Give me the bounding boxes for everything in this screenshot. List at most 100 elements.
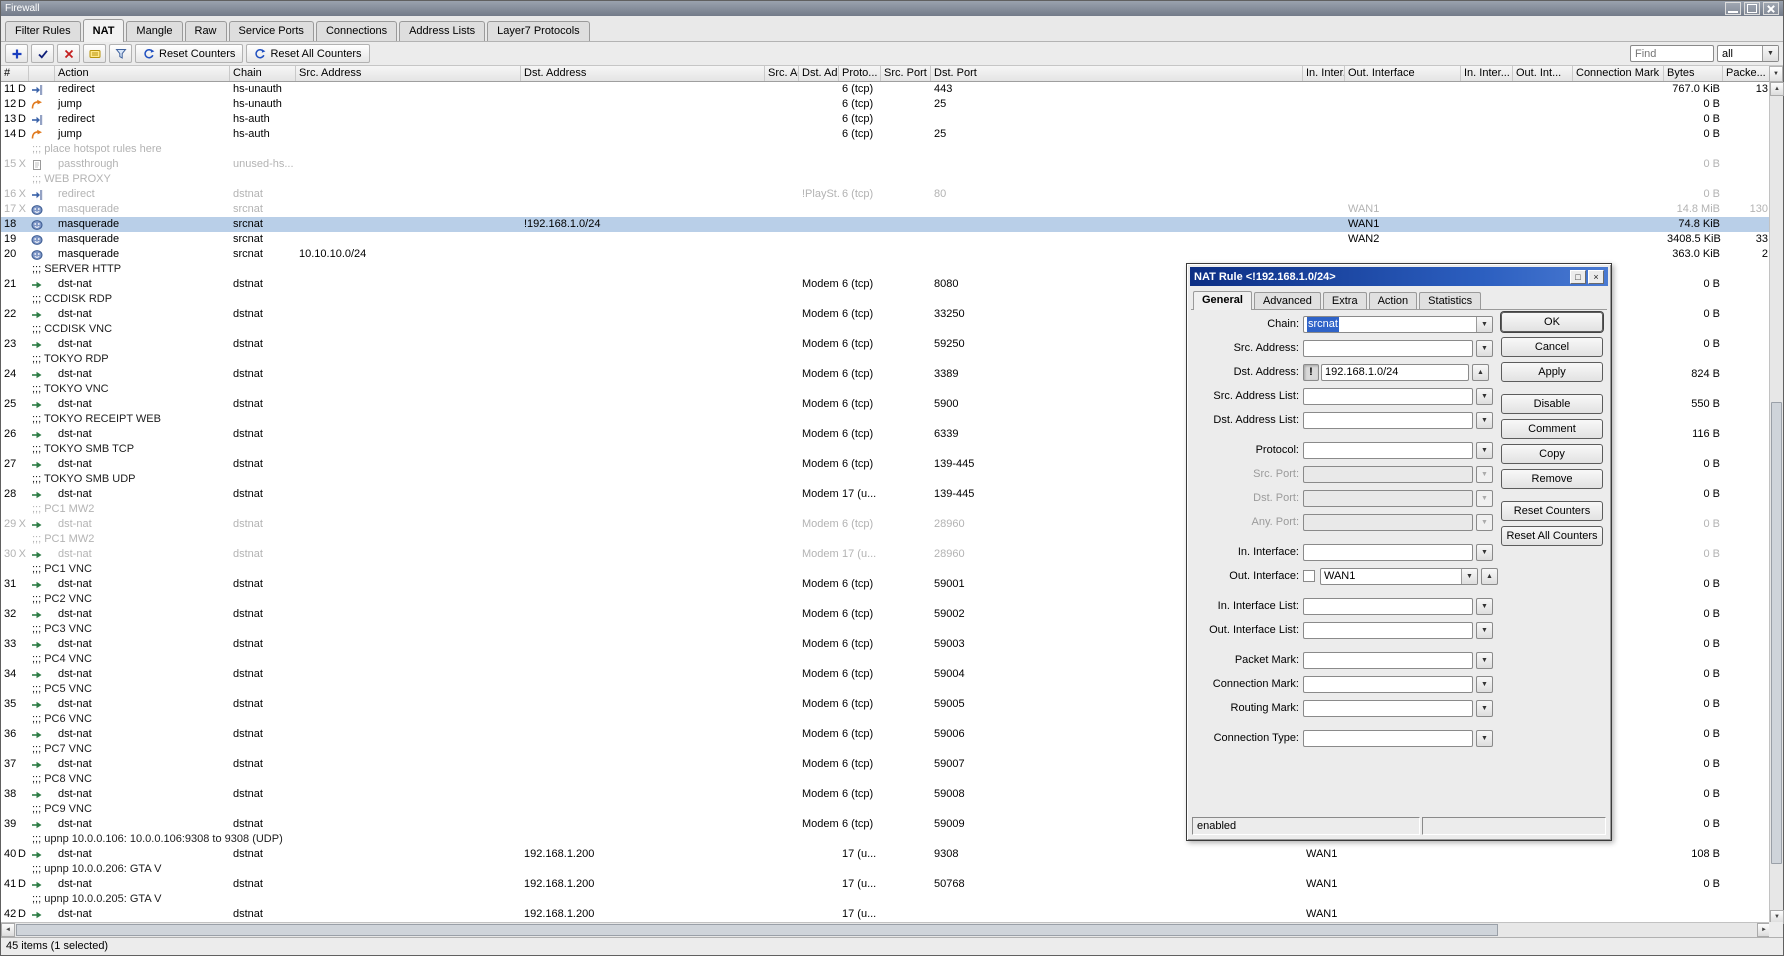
dialog-tab-extra[interactable]: Extra xyxy=(1322,292,1367,309)
ok-button[interactable]: OK xyxy=(1501,312,1603,332)
collapse-arrow-button[interactable]: ▲ xyxy=(1481,567,1498,585)
rule-row-15[interactable]: 15 X passthrough unused-hs... 0 B xyxy=(1,157,1771,172)
combo-down-icon[interactable]: ▼ xyxy=(1476,316,1492,332)
close-icon[interactable] xyxy=(1763,2,1779,15)
rule-row-41[interactable]: 41 D dst-nat dstnat 192.168.1.200 17 (u... 507… xyxy=(1,877,1771,892)
collapse-arrow-button[interactable]: ▲ xyxy=(1472,363,1489,381)
out-interface-list-input[interactable] xyxy=(1303,621,1473,639)
expand-arrow-button[interactable]: ▼ xyxy=(1476,465,1493,483)
comment-row[interactable]: ;;; upnp 10.0.0.205: GTA V xyxy=(1,892,1771,907)
dialog-close-icon[interactable]: × xyxy=(1588,269,1604,284)
rule-row-19[interactable]: 19 masquerade srcnat WAN2 3408.5 KiB 33 xyxy=(1,232,1771,247)
reset-all-counters-button[interactable]: Reset All Counters xyxy=(246,44,370,63)
routing-mark-input[interactable] xyxy=(1303,699,1473,717)
tab-address-lists[interactable]: Address Lists xyxy=(399,21,486,41)
dst-address-input[interactable]: 192.168.1.0/24 xyxy=(1321,363,1469,381)
dst-address-list-input[interactable] xyxy=(1303,411,1473,429)
column-header-srcList[interactable]: Src. Ad... xyxy=(765,66,799,81)
column-header-dstList[interactable]: Dst. Ad... xyxy=(799,66,839,81)
dialog-tab-general[interactable]: General xyxy=(1193,291,1252,310)
horizontal-scrollbar[interactable]: ◄ ► xyxy=(1,922,1771,937)
expand-arrow-button[interactable]: ▼ xyxy=(1476,411,1493,429)
copy-button[interactable]: Copy xyxy=(1501,444,1603,464)
expand-arrow-button[interactable]: ▼ xyxy=(1476,543,1493,561)
expand-arrow-button[interactable]: ▼ xyxy=(1476,675,1493,693)
out-interface-input[interactable]: WAN1 ▼ xyxy=(1320,567,1478,585)
reset-all-counters-button[interactable]: Reset All Counters xyxy=(1501,526,1603,546)
column-header-protocol[interactable]: Proto... xyxy=(839,66,881,81)
tab-layer7-protocols[interactable]: Layer7 Protocols xyxy=(487,21,590,41)
comment-button[interactable]: Comment xyxy=(1501,419,1603,439)
column-header-packets[interactable]: Packe... xyxy=(1723,66,1771,81)
column-header-chain[interactable]: Chain xyxy=(230,66,296,81)
column-header-dstAddress[interactable]: Dst. Address xyxy=(521,66,765,81)
filter-scope-dropdown[interactable]: all ▼ xyxy=(1717,45,1779,62)
expand-arrow-button[interactable]: ▼ xyxy=(1476,699,1493,717)
vertical-scrollbar[interactable]: ▲ ▼ xyxy=(1769,82,1784,924)
in-interface-list-input[interactable] xyxy=(1303,597,1473,615)
expand-arrow-button[interactable]: ▼ xyxy=(1476,729,1493,747)
tab-connections[interactable]: Connections xyxy=(315,21,398,41)
dst-port-input[interactable] xyxy=(1303,489,1473,507)
rule-row-16[interactable]: 16X redirect dstnat !PlaySt...6 (tcp) 80 0 B xyxy=(1,187,1771,202)
apply-button[interactable]: Apply xyxy=(1501,362,1603,382)
dialog-maximize-icon[interactable]: □ xyxy=(1570,269,1586,284)
expand-arrow-button[interactable]: ▼ xyxy=(1476,621,1493,639)
comment-row[interactable]: ;;; upnp 10.0.0.206: GTA V xyxy=(1,862,1771,877)
rule-row-12[interactable]: 12 D jump hs-unauth 6 (tcp) 25 0 B xyxy=(1,97,1771,112)
remove-button[interactable]: Remove xyxy=(1501,469,1603,489)
add-button[interactable] xyxy=(5,44,28,63)
src-address-list-input[interactable] xyxy=(1303,387,1473,405)
scroll-up-button[interactable]: ▲ xyxy=(1770,82,1784,96)
tab-nat[interactable]: NAT xyxy=(82,19,125,42)
rule-row-18[interactable]: 18 masquerade srcnat !192.168.1.0/24 WAN1 74.… xyxy=(1,217,1771,232)
comment-row[interactable]: ;;; WEB PROXY xyxy=(1,172,1771,187)
disable-button[interactable]: Disable xyxy=(1501,394,1603,414)
column-header-action[interactable]: Action xyxy=(55,66,230,81)
column-header-srcAddress[interactable]: Src. Address xyxy=(296,66,521,81)
connection-mark-input[interactable] xyxy=(1303,675,1473,693)
src-port-input[interactable] xyxy=(1303,465,1473,483)
combo-down-icon[interactable]: ▼ xyxy=(1461,568,1477,584)
expand-arrow-button[interactable]: ▼ xyxy=(1476,489,1493,507)
any-port-input[interactable] xyxy=(1303,513,1473,531)
filter-button[interactable] xyxy=(109,44,132,63)
rule-row-14[interactable]: 14 D jump hs-auth 6 (tcp) 25 0 B xyxy=(1,127,1771,142)
rule-row-13[interactable]: 13 D redirect hs-auth 6 (tcp) 0 B xyxy=(1,112,1771,127)
connection-type-input[interactable] xyxy=(1303,729,1473,747)
rule-row-11[interactable]: 11 D redirect hs-unauth 6 (tcp) 443 767.0 KiB 1… xyxy=(1,82,1771,97)
expand-arrow-button[interactable]: ▼ xyxy=(1476,387,1493,405)
column-header-inIfaceList[interactable]: In. Inter... xyxy=(1461,66,1513,81)
cancel-button[interactable]: Cancel xyxy=(1501,337,1603,357)
disable-button[interactable] xyxy=(57,44,80,63)
enable-button[interactable] xyxy=(31,44,54,63)
out-interface-checkbox[interactable] xyxy=(1303,570,1315,582)
reset-counters-button[interactable]: Reset Counters xyxy=(1501,501,1603,521)
reset-counters-button[interactable]: Reset Counters xyxy=(135,44,244,63)
column-header-bytes[interactable]: Bytes xyxy=(1664,66,1723,81)
packet-mark-input[interactable] xyxy=(1303,651,1473,669)
column-header-num[interactable]: # xyxy=(1,66,29,81)
expand-arrow-button[interactable]: ▼ xyxy=(1476,441,1493,459)
column-header-icon[interactable] xyxy=(29,66,55,81)
tab-mangle[interactable]: Mangle xyxy=(126,21,183,41)
horizontal-scrollbar-thumb[interactable] xyxy=(16,924,1498,936)
vertical-scrollbar-thumb[interactable] xyxy=(1771,402,1782,864)
rule-row-40[interactable]: 40 D dst-nat dstnat 192.168.1.200 17 (u... 930… xyxy=(1,847,1771,862)
find-input[interactable] xyxy=(1630,45,1714,62)
src-address-input[interactable] xyxy=(1303,339,1473,357)
column-header-srcPort[interactable]: Src. Port xyxy=(881,66,931,81)
maximize-icon[interactable] xyxy=(1744,2,1760,15)
minimize-icon[interactable] xyxy=(1725,2,1741,15)
negate-toggle[interactable]: ! xyxy=(1303,363,1319,381)
in-interface-input[interactable] xyxy=(1303,543,1473,561)
expand-arrow-button[interactable]: ▼ xyxy=(1476,597,1493,615)
column-header-outIfaceList[interactable]: Out. Int... xyxy=(1513,66,1573,81)
dialog-tab-advanced[interactable]: Advanced xyxy=(1253,292,1321,309)
rule-row-42[interactable]: 42 D dst-nat dstnat 192.168.1.200 17 (u... WAN… xyxy=(1,907,1771,922)
rule-row-17[interactable]: 17 X masquerade srcnat WAN1 14.8 MiB 130 xyxy=(1,202,1771,217)
expand-arrow-button[interactable]: ▼ xyxy=(1476,651,1493,669)
column-header-inIface[interactable]: In. Inter... xyxy=(1303,66,1345,81)
scroll-left-button[interactable]: ◄ xyxy=(1,923,15,937)
dialog-tab-action[interactable]: Action xyxy=(1368,292,1418,309)
